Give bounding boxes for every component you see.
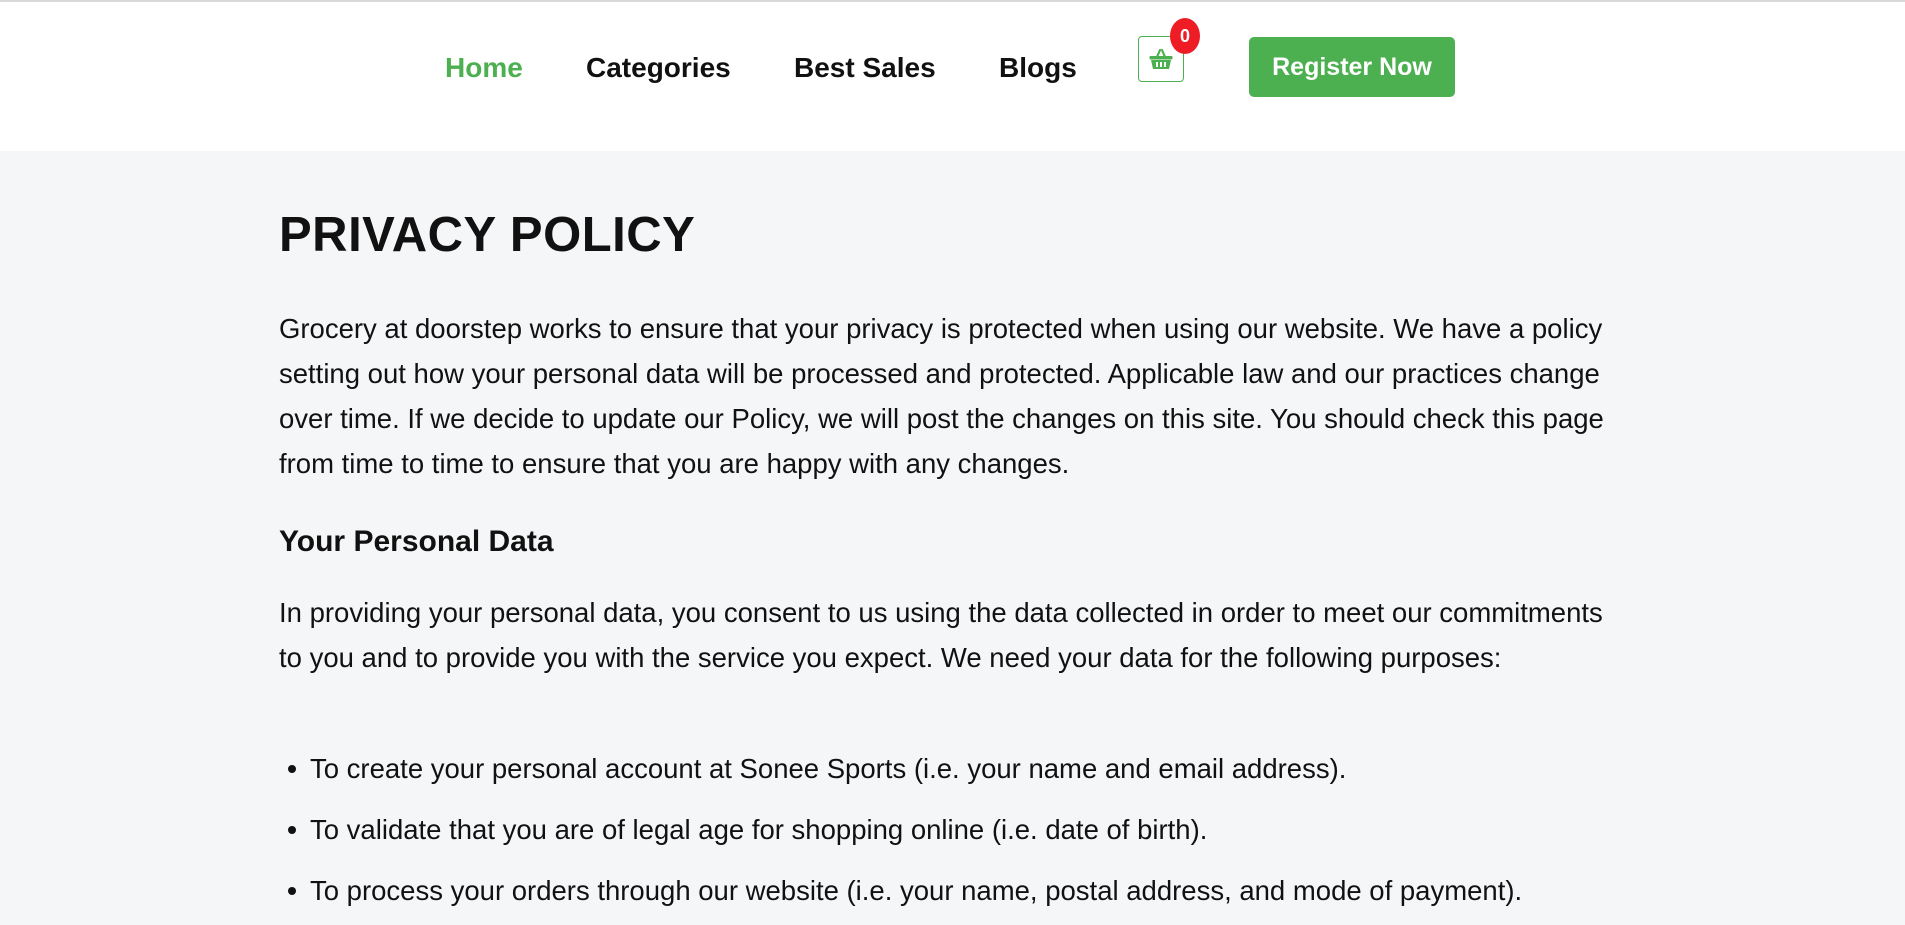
list-item: To validate that you are of legal age fo… bbox=[288, 807, 1630, 868]
nav-item-best-sales[interactable]: Best Sales bbox=[794, 52, 936, 84]
list-item: To create your personal account at Sonee… bbox=[288, 746, 1630, 807]
nav-item-home[interactable]: Home bbox=[445, 52, 523, 84]
register-now-button[interactable]: Register Now bbox=[1249, 37, 1455, 97]
nav-item-blogs[interactable]: Blogs bbox=[999, 52, 1077, 84]
page-title: PRIVACY POLICY bbox=[279, 208, 696, 262]
page: Home Categories Best Sales Blogs 0 Regis… bbox=[0, 0, 1905, 925]
section-heading-personal-data: Your Personal Data bbox=[279, 525, 554, 558]
list-item: To process your orders through our websi… bbox=[288, 868, 1630, 925]
basket-icon bbox=[1149, 48, 1173, 69]
personal-data-paragraph: In providing your personal data, you con… bbox=[279, 597, 1603, 673]
nav-item-categories[interactable]: Categories bbox=[586, 52, 731, 84]
purposes-list: To create your personal account at Sonee… bbox=[279, 746, 1630, 925]
cart-count-badge: 0 bbox=[1170, 18, 1200, 54]
site-header: Home Categories Best Sales Blogs 0 Regis… bbox=[0, 2, 1905, 151]
main-nav: Home Categories Best Sales Blogs 0 Regis… bbox=[0, 2, 1905, 132]
intro-paragraph: Grocery at doorstep works to ensure that… bbox=[279, 313, 1604, 479]
